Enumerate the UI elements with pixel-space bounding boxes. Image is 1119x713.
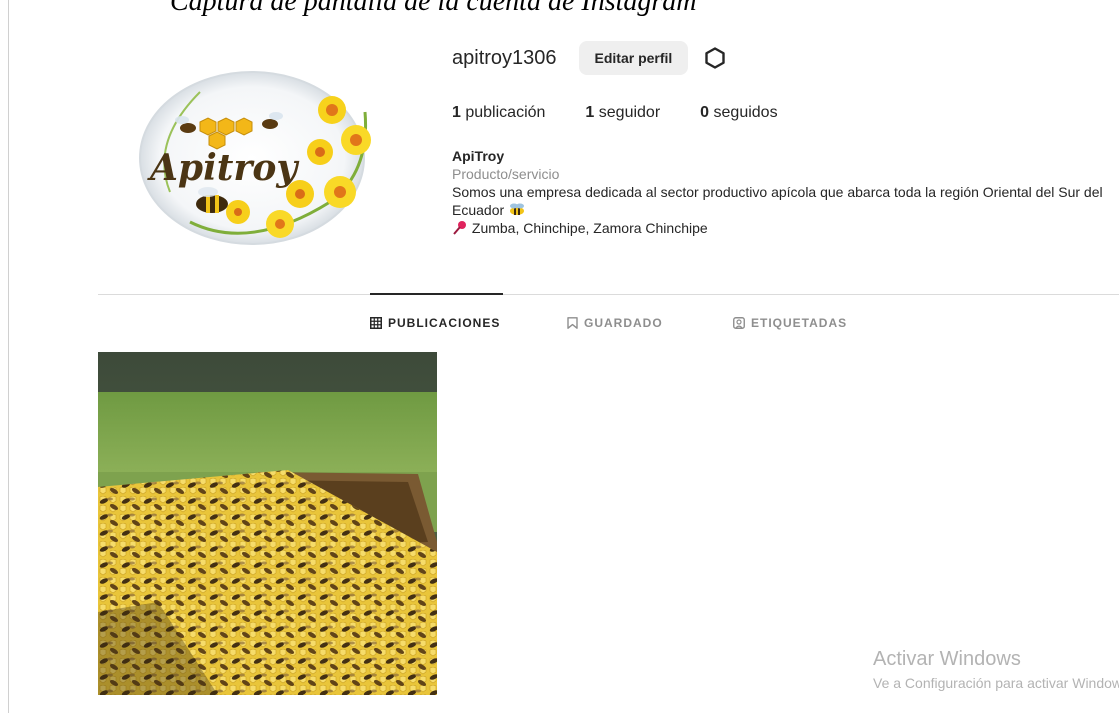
bookmark-icon bbox=[567, 317, 578, 329]
followers-stat[interactable]: 1 seguidor bbox=[585, 104, 660, 122]
posts-label: publicación bbox=[465, 104, 546, 121]
profile-tabs: PUBLICACIONES GUARDADO ETIQUETADAS bbox=[370, 316, 847, 330]
beehive-photo bbox=[98, 352, 437, 695]
tab-guardado[interactable]: GUARDADO bbox=[567, 316, 671, 330]
tab-etiquetadas[interactable]: ETIQUETADAS bbox=[733, 316, 847, 330]
grid-icon bbox=[370, 317, 382, 329]
bio-description-line: Somos una empresa dedicada al sector pro… bbox=[452, 183, 1112, 219]
watermark-title: Activar Windows bbox=[873, 648, 1021, 670]
bio-name: ApiTroy bbox=[452, 148, 505, 164]
watermark-subtitle: Ve a Configuración para activar Windows. bbox=[873, 675, 1119, 691]
post-thumbnail[interactable] bbox=[98, 352, 437, 695]
tab-publicaciones[interactable]: PUBLICACIONES bbox=[370, 316, 503, 330]
bio-category: Producto/servicio bbox=[452, 166, 560, 182]
windows-activation-watermark: Activar Windows Ve a Configuración para … bbox=[873, 648, 1119, 691]
profile-bio: ApiTroy Producto/servicio Somos una empr… bbox=[452, 147, 1112, 237]
profile-username: apitroy1306 bbox=[452, 46, 557, 69]
bio-description: Somos una empresa dedicada al sector pro… bbox=[452, 184, 1103, 218]
tab-label: PUBLICACIONES bbox=[388, 316, 501, 330]
avatar-brand-text: Apitroy bbox=[147, 147, 299, 189]
page-left-border bbox=[8, 0, 9, 713]
following-label: seguidos bbox=[713, 104, 778, 121]
bio-location-line: Zumba, Chinchipe, Zamora Chinchipe bbox=[452, 219, 1112, 237]
profile-avatar[interactable]: Apitroy bbox=[130, 52, 400, 248]
gear-icon[interactable] bbox=[702, 45, 728, 71]
tab-label: ETIQUETADAS bbox=[751, 316, 848, 330]
profile-header-row: apitroy1306 Editar perfil bbox=[452, 40, 728, 76]
profile-stats: 1 publicación 1 seguidor 0 seguidos bbox=[452, 104, 818, 122]
following-count: 0 bbox=[700, 104, 710, 121]
posts-count-stat: 1 publicación bbox=[452, 104, 545, 122]
tab-label: GUARDADO bbox=[584, 316, 663, 330]
pushpin-icon bbox=[452, 220, 472, 236]
following-stat[interactable]: 0 seguidos bbox=[700, 104, 777, 122]
followers-label: seguidor bbox=[598, 104, 661, 121]
followers-count: 1 bbox=[585, 104, 595, 121]
tag-user-icon bbox=[733, 317, 745, 329]
bio-location: Zumba, Chinchipe, Zamora Chinchipe bbox=[471, 220, 708, 236]
active-tab-indicator bbox=[370, 293, 503, 295]
apitroy-logo: Apitroy bbox=[139, 71, 371, 245]
document-caption: Captura de pantalla de la cuenta de Inst… bbox=[170, 0, 697, 17]
posts-count: 1 bbox=[452, 104, 461, 121]
tabs-divider bbox=[98, 294, 1119, 295]
edit-profile-button[interactable]: Editar perfil bbox=[578, 41, 689, 75]
bee-icon bbox=[508, 202, 526, 218]
